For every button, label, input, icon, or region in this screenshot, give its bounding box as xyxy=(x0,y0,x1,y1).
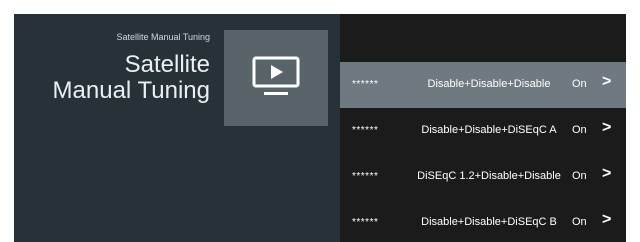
tv-screen: Satellite Manual Tuning Satellite Manual… xyxy=(14,14,626,242)
satellite-stars: ****** xyxy=(352,125,379,136)
tv-play-icon xyxy=(252,56,300,95)
chevron-right-icon: > xyxy=(602,165,612,182)
satellite-stars: ****** xyxy=(352,79,379,90)
chevron-right-icon: > xyxy=(602,211,612,228)
icon-tile xyxy=(224,30,328,126)
satellite-stars: ****** xyxy=(352,171,379,182)
title-panel: Satellite Manual Tuning Satellite Manual… xyxy=(14,14,340,242)
page-title-line-1: Satellite xyxy=(124,51,210,78)
status-label: On xyxy=(572,216,587,228)
chevron-right-icon: > xyxy=(602,119,612,136)
status-label: On xyxy=(572,78,587,90)
status-label: On xyxy=(572,170,587,182)
diseqc-config: Disable+Disable+DiSEqC B xyxy=(421,216,557,228)
page-title-line-2: Manual Tuning xyxy=(52,77,210,104)
diseqc-config: Disable+Disable+DiSEqC A xyxy=(421,124,557,136)
satellite-list: ****** Disable+Disable+Disable On > ****… xyxy=(340,14,626,242)
status-label: On xyxy=(572,124,587,136)
diseqc-config: DiSEqC 1.2+Disable+Disable xyxy=(417,170,561,182)
page-title: Satellite Manual Tuning xyxy=(14,52,210,104)
list-item-4[interactable]: ****** Disable+Disable+DiSEqC B On > xyxy=(340,200,626,242)
breadcrumb: Satellite Manual Tuning xyxy=(116,32,210,42)
satellite-stars: ****** xyxy=(352,217,379,228)
diseqc-config: Disable+Disable+Disable xyxy=(427,78,551,90)
list-item-3[interactable]: ****** DiSEqC 1.2+Disable+Disable On > xyxy=(340,154,626,200)
list-item-1[interactable]: ****** Disable+Disable+Disable On > xyxy=(340,62,626,108)
chevron-right-icon: > xyxy=(602,73,612,90)
list-item-2[interactable]: ****** Disable+Disable+DiSEqC A On > xyxy=(340,108,626,154)
